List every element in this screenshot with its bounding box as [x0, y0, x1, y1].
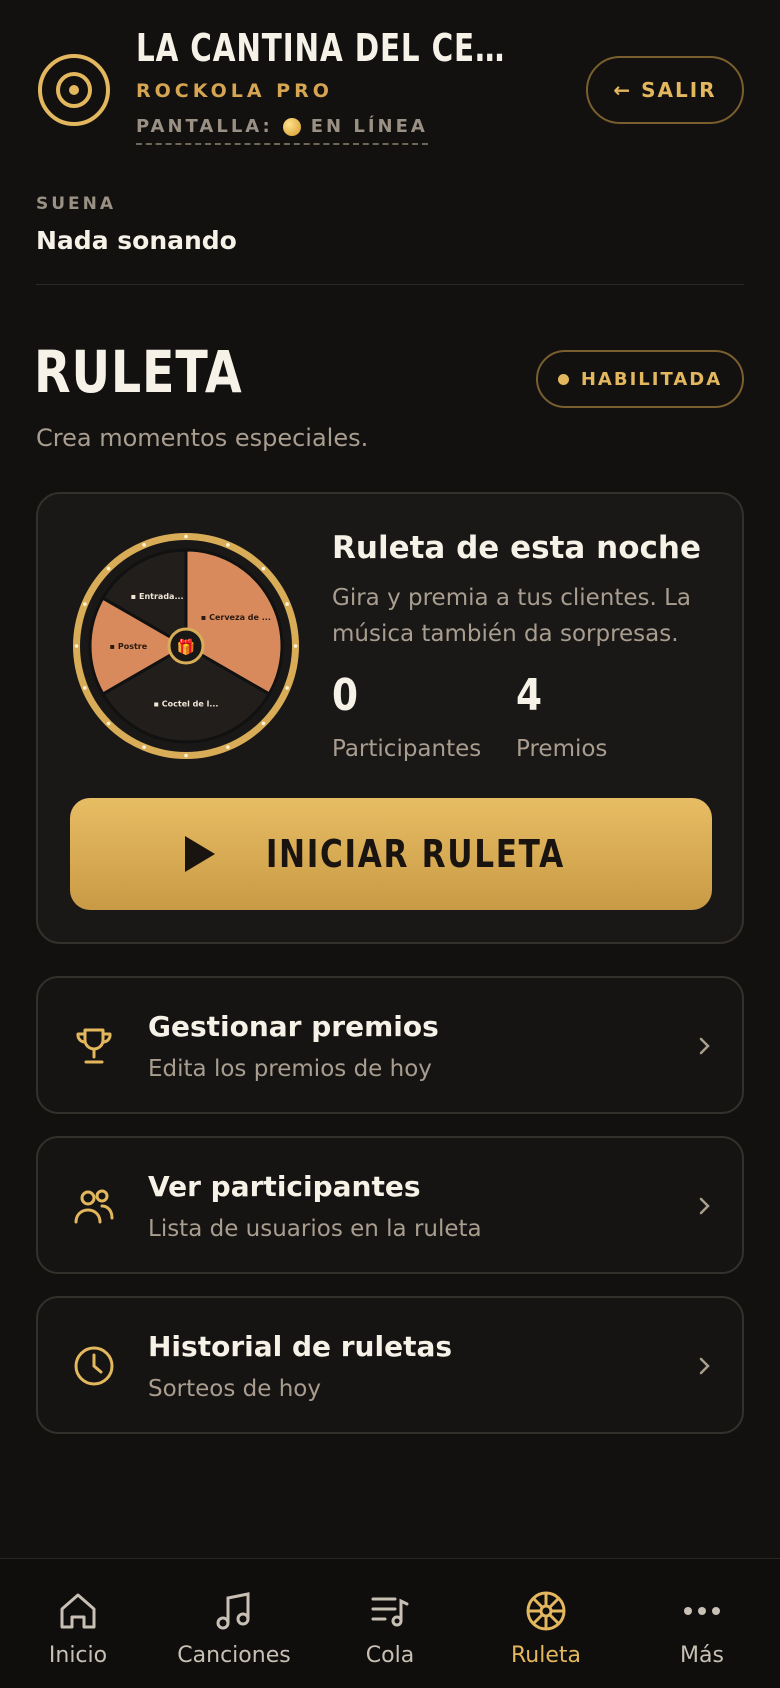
wheel-stud: [226, 745, 230, 749]
wheel-icon: [526, 1591, 566, 1631]
chevron-right-icon: [699, 1037, 710, 1055]
vinyl-logo-icon: [38, 54, 110, 126]
home-icon: [60, 1593, 96, 1629]
bottom-nav: Inicio Canciones Cola Ruleta Más: [0, 1558, 780, 1688]
roulette-wheel[interactable]: ▪ Cerveza de ... ▪ Coctel de l... ▪ Postre…: [72, 532, 300, 760]
chevron-right-icon: [699, 1357, 710, 1375]
participants-count: 0: [332, 670, 359, 721]
nav-item-label: Ruleta: [511, 1643, 581, 1668]
roulette-card: ▪ Cerveza de ... ▪ Coctel de l... ▪ Postre…: [36, 492, 744, 944]
menu-item-title: Historial de ruletas: [148, 1330, 453, 1363]
screen-status-label: PANTALLA:: [136, 116, 273, 137]
participants-label: Participantes: [332, 736, 482, 762]
roulette-card-title: Ruleta de esta noche: [332, 530, 701, 566]
app-subtitle: ROCKOLA PRO: [136, 80, 333, 102]
online-status-icon: [282, 117, 301, 136]
roulette-card-description: Gira y premia a tus clientes. La música …: [332, 585, 692, 647]
page-title: RULETA: [34, 338, 243, 406]
wheel-stud: [261, 566, 266, 571]
wheel-stud: [142, 543, 146, 547]
wheel-stud: [83, 686, 87, 690]
wheel-segment-label: ▪ Coctel de l...: [154, 700, 219, 709]
prizes-count: 4: [516, 670, 543, 721]
start-roulette-label: INICIAR RULETA: [265, 832, 565, 876]
menu-item-title: Gestionar premios: [148, 1010, 439, 1043]
status-badge: HABILITADA: [536, 350, 744, 408]
wheel-stud: [83, 602, 87, 606]
wheel-stud: [285, 686, 289, 690]
menu-item-subtitle: Lista de usuarios en la ruleta: [148, 1216, 482, 1242]
divider: [36, 284, 744, 285]
screen-status[interactable]: PANTALLA: EN LÍNEA: [136, 116, 428, 145]
wheel-stud: [142, 745, 146, 749]
music-note-icon: [216, 1592, 250, 1630]
wheel-segment-label: ▪ Postre: [110, 642, 148, 651]
nav-item-inicio[interactable]: Inicio: [0, 1559, 156, 1688]
nav-item-label: Más: [680, 1643, 724, 1668]
wheel-stud: [74, 644, 79, 648]
users-icon: [74, 1189, 114, 1224]
menu-item-subtitle: Sorteos de hoy: [148, 1376, 321, 1402]
nav-item-label: Cola: [365, 1643, 415, 1668]
page-subtitle: Crea momentos especiales.: [36, 424, 369, 452]
wheel-stud: [184, 534, 188, 539]
wheel-stud: [285, 602, 289, 606]
nav-item-cola[interactable]: Cola: [312, 1559, 468, 1688]
app-header: LA CANTINA DEL CENTRO ·... ROCKOLA PRO P…: [0, 0, 780, 160]
menu-item-subtitle: Edita los premios de hoy: [148, 1056, 432, 1082]
wheel-stud: [184, 753, 188, 758]
roulette-history-item[interactable]: Historial de ruletas Sorteos de hoy: [36, 1296, 744, 1434]
nav-item-mas[interactable]: Más: [624, 1559, 780, 1688]
view-participants-item[interactable]: Ver participantes Lista de usuarios en l…: [36, 1136, 744, 1274]
wheel-stud: [261, 721, 266, 726]
screen-status-value: EN LÍNEA: [310, 116, 428, 137]
prizes-label: Premios: [516, 736, 608, 762]
wheel-stud: [106, 566, 111, 571]
menu-item-title: Ver participantes: [148, 1170, 421, 1203]
nav-item-canciones[interactable]: Canciones: [156, 1559, 312, 1688]
wheel-stud: [106, 721, 111, 726]
chevron-right-icon: [699, 1197, 710, 1215]
start-roulette-button[interactable]: INICIAR RULETA: [70, 798, 712, 910]
nav-item-ruleta[interactable]: Ruleta: [468, 1559, 624, 1688]
wheel-stud: [226, 543, 230, 547]
now-playing-label: SUENA: [36, 194, 117, 214]
more-icon: [684, 1607, 720, 1615]
wheel-stud: [293, 644, 298, 648]
wheel-segment-label: ▪ Entrada...: [131, 592, 184, 601]
wheel-segment-label: ▪ Cerveza de ...: [201, 613, 271, 622]
nav-item-label: Canciones: [177, 1643, 291, 1668]
clock-icon: [74, 1346, 114, 1386]
trophy-icon: [76, 1028, 112, 1064]
status-dot-icon: [557, 373, 569, 385]
now-playing-value: Nada sonando: [36, 226, 237, 255]
status-badge-label: HABILITADA: [580, 368, 723, 390]
gift-icon: 🎁: [177, 638, 196, 656]
nav-item-label: Inicio: [48, 1643, 108, 1668]
play-icon: [184, 836, 215, 872]
exit-button[interactable]: ← SALIR: [586, 56, 744, 124]
venue-title: LA CANTINA DEL CENTRO ·...: [136, 26, 506, 70]
queue-icon: [371, 1597, 409, 1627]
manage-prizes-item[interactable]: Gestionar premios Edita los premios de h…: [36, 976, 744, 1114]
